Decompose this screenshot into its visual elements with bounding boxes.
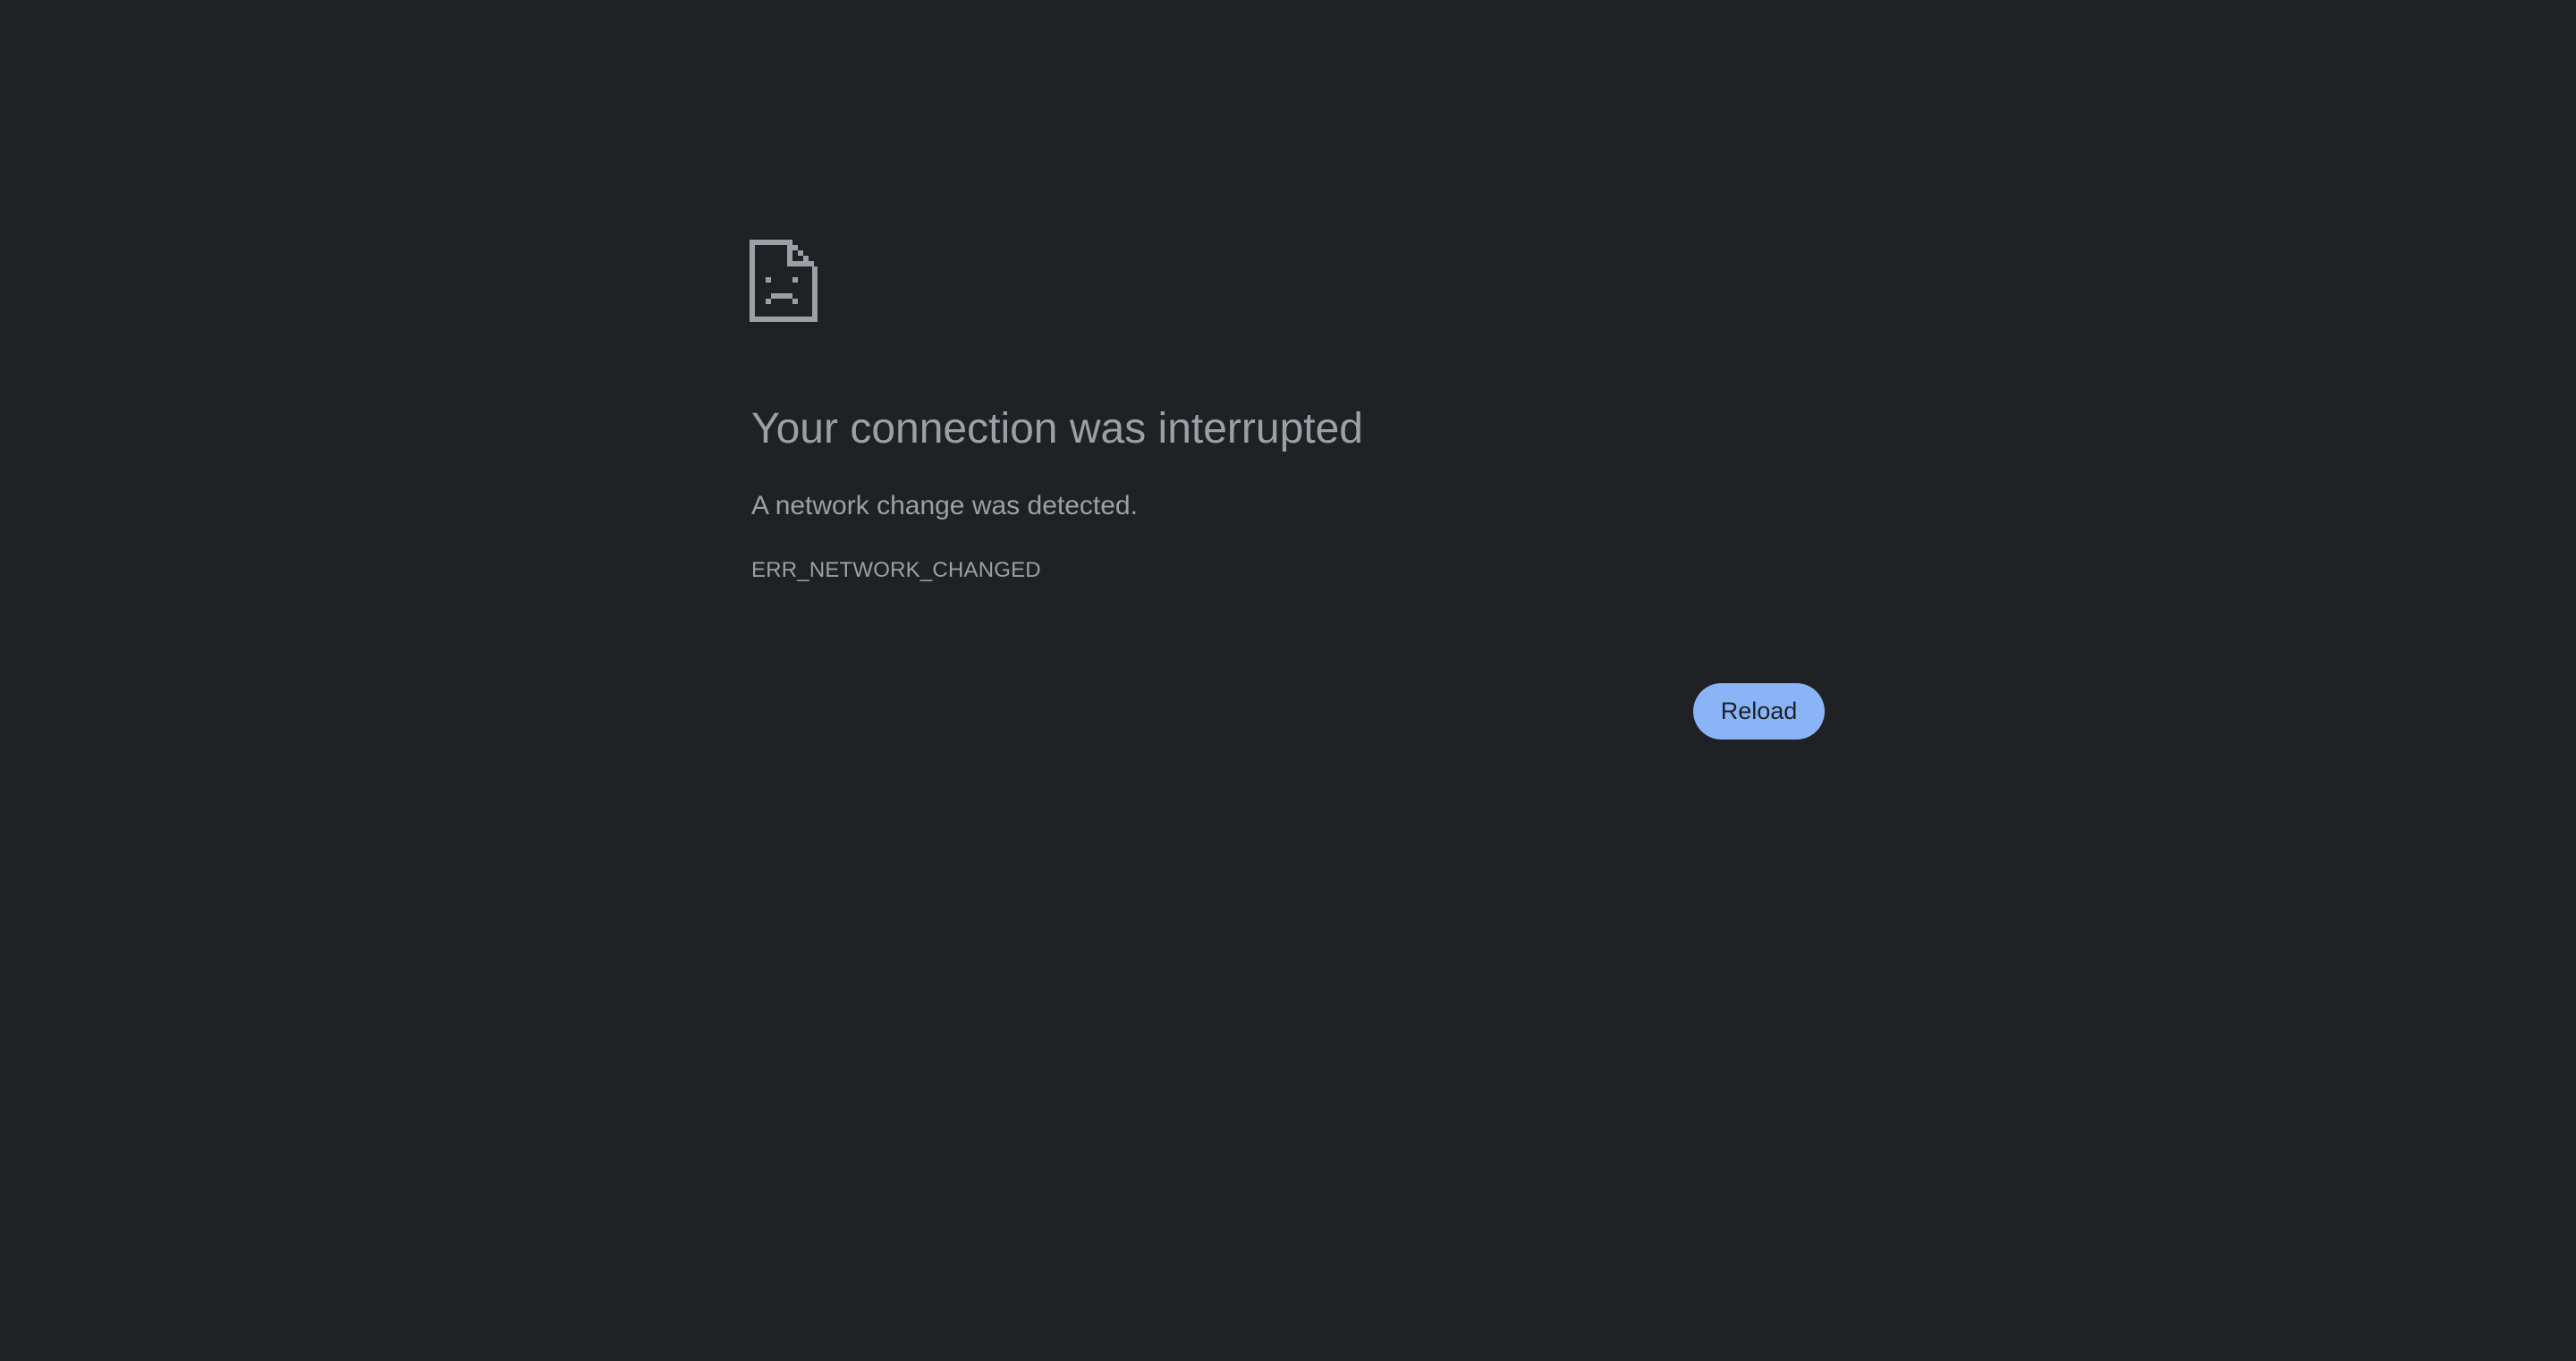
sad-document-icon <box>750 240 818 322</box>
error-title: Your connection was interrupted <box>751 405 1363 452</box>
error-code: ERR_NETWORK_CHANGED <box>751 558 1041 582</box>
error-page: Your connection was interrupted A networ… <box>0 0 2576 1361</box>
error-summary: A network change was detected. <box>751 491 1138 520</box>
reload-button[interactable]: Reload <box>1693 683 1825 740</box>
